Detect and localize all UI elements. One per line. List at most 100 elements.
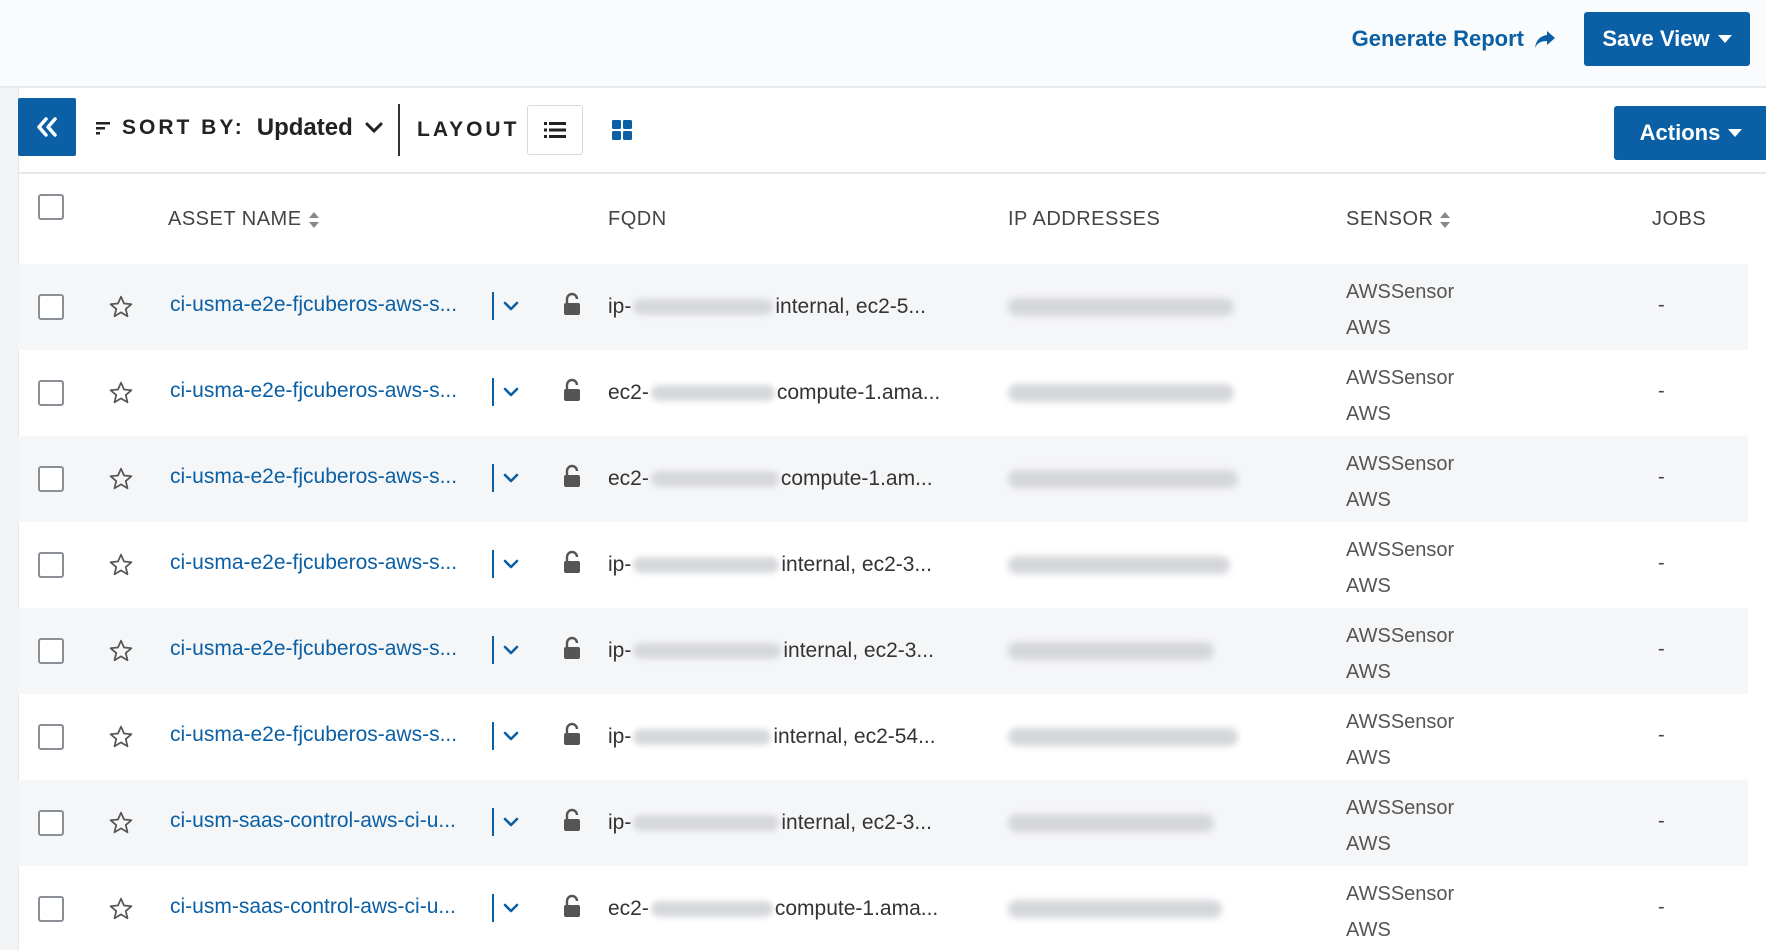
sensor-name: AWSSensor	[1346, 453, 1455, 475]
ip-addresses-redacted	[1008, 642, 1214, 660]
ip-addresses-redacted	[1008, 728, 1238, 746]
column-label: FQDN	[608, 208, 667, 230]
toolbar: SORT BY: Updated LAYOUT Actions	[18, 88, 1766, 174]
asset-name-link[interactable]: ci-usma-e2e-fjcuberos-aws-s...	[170, 293, 457, 317]
sensor-cell: AWSSensor AWS	[1346, 274, 1454, 346]
chevron-down-icon[interactable]	[500, 726, 522, 746]
star-outline-icon[interactable]	[108, 380, 134, 406]
sensor-cell: AWSSensor AWS	[1346, 532, 1454, 604]
ip-addresses-redacted	[1008, 384, 1234, 402]
unlocked-lock-icon	[564, 378, 580, 401]
row-checkbox[interactable]	[38, 724, 64, 750]
row-divider	[492, 550, 494, 578]
column-header-jobs: JOBS	[1652, 208, 1706, 231]
unlocked-lock-icon	[564, 636, 580, 659]
asset-name-link[interactable]: ci-usma-e2e-fjcuberos-aws-s...	[170, 637, 457, 661]
unlocked-lock-icon	[564, 550, 580, 573]
fqdn-prefix: ec2-	[608, 381, 649, 404]
fqdn-value: ec2- compute-1.ama...	[608, 381, 940, 405]
fqdn-prefix: ip-	[608, 295, 632, 318]
fqdn-prefix: ip-	[608, 553, 632, 576]
row-checkbox[interactable]	[38, 552, 64, 578]
share-arrow-icon	[1535, 31, 1555, 48]
row-divider	[492, 292, 494, 320]
sensor-cell: AWSSensor AWS	[1346, 876, 1454, 948]
row-checkbox[interactable]	[38, 466, 64, 492]
star-outline-icon[interactable]	[108, 810, 134, 836]
fqdn-suffix: internal, ec2-3...	[783, 639, 934, 662]
sensor-type: AWS	[1346, 833, 1391, 855]
star-outline-icon[interactable]	[108, 896, 134, 922]
chevron-down-icon[interactable]	[500, 382, 522, 402]
table-row: ci-usm-saas-control-aws-ci-u... ip- inte…	[18, 780, 1748, 866]
asset-name-link[interactable]: ci-usma-e2e-fjcuberos-aws-s...	[170, 551, 457, 575]
asset-name-link[interactable]: ci-usma-e2e-fjcuberos-aws-s...	[170, 379, 457, 403]
sensor-cell: AWSSensor AWS	[1346, 704, 1454, 776]
fqdn-value: ip- internal, ec2-3...	[608, 553, 932, 577]
layout-list-button[interactable]	[527, 105, 583, 155]
select-all-checkbox[interactable]	[38, 194, 64, 220]
sensor-name: AWSSensor	[1346, 539, 1455, 561]
sensor-type: AWS	[1346, 661, 1391, 683]
actions-button[interactable]: Actions	[1614, 106, 1766, 160]
layout-grid-button[interactable]	[608, 116, 636, 144]
row-checkbox[interactable]	[38, 896, 64, 922]
column-label: SENSOR	[1346, 208, 1434, 230]
chevron-down-icon[interactable]	[500, 812, 522, 832]
sensor-cell: AWSSensor AWS	[1346, 446, 1454, 518]
chevron-down-icon[interactable]	[500, 554, 522, 574]
row-checkbox[interactable]	[38, 810, 64, 836]
jobs-value: -	[1658, 724, 1665, 746]
chevron-down-icon	[365, 122, 383, 134]
fqdn-suffix: internal, ec2-3...	[781, 811, 932, 834]
table-body: ci-usma-e2e-fjcuberos-aws-s... ip- inter…	[18, 264, 1748, 952]
chevron-down-icon[interactable]	[500, 898, 522, 918]
star-outline-icon[interactable]	[108, 724, 134, 750]
star-outline-icon[interactable]	[108, 552, 134, 578]
row-checkbox[interactable]	[38, 380, 64, 406]
redacted-segment	[633, 815, 780, 831]
ip-addresses-redacted	[1008, 556, 1230, 574]
chevron-down-icon[interactable]	[500, 296, 522, 316]
star-outline-icon[interactable]	[108, 294, 134, 320]
row-checkbox[interactable]	[38, 638, 64, 664]
table-row: ci-usma-e2e-fjcuberos-aws-s... ip- inter…	[18, 264, 1748, 350]
jobs-value: -	[1658, 466, 1665, 488]
redacted-segment	[633, 643, 782, 659]
grid-icon	[612, 120, 632, 140]
fqdn-suffix: internal, ec2-54...	[773, 725, 936, 748]
ip-addresses-redacted	[1008, 298, 1234, 316]
sort-lines-icon	[96, 122, 110, 135]
column-header-fqdn: FQDN	[608, 208, 667, 231]
asset-name-link[interactable]: ci-usm-saas-control-aws-ci-u...	[170, 809, 456, 833]
row-divider	[492, 636, 494, 664]
asset-name-link[interactable]: ci-usma-e2e-fjcuberos-aws-s...	[170, 723, 457, 747]
sensor-type: AWS	[1346, 403, 1391, 425]
row-checkbox[interactable]	[38, 294, 64, 320]
sensor-type: AWS	[1346, 747, 1391, 769]
generate-report-label: Generate Report	[1351, 26, 1524, 51]
chevron-down-icon[interactable]	[500, 468, 522, 488]
redacted-segment	[650, 901, 773, 917]
redacted-segment	[633, 729, 772, 745]
sort-dropdown[interactable]: SORT BY: Updated	[96, 108, 383, 148]
sensor-cell: AWSSensor AWS	[1346, 790, 1454, 862]
sensor-cell: AWSSensor AWS	[1346, 360, 1454, 432]
generate-report-button[interactable]: Generate Report	[1352, 22, 1556, 56]
column-header-asset-name[interactable]: ASSET NAME	[168, 208, 320, 231]
star-outline-icon[interactable]	[108, 466, 134, 492]
asset-name-link[interactable]: ci-usma-e2e-fjcuberos-aws-s...	[170, 465, 457, 489]
ip-addresses-redacted	[1008, 814, 1214, 832]
collapse-sidebar-button[interactable]	[18, 98, 76, 156]
unlocked-lock-icon	[564, 464, 580, 487]
chevron-down-icon[interactable]	[500, 640, 522, 660]
fqdn-prefix: ip-	[608, 725, 632, 748]
column-header-sensor[interactable]: SENSOR	[1346, 208, 1451, 231]
caret-down-icon	[1717, 35, 1732, 43]
save-view-button[interactable]: Save View	[1584, 12, 1750, 66]
jobs-value: -	[1658, 810, 1665, 832]
fqdn-value: ip- internal, ec2-3...	[608, 639, 934, 663]
star-outline-icon[interactable]	[108, 638, 134, 664]
asset-name-link[interactable]: ci-usm-saas-control-aws-ci-u...	[170, 895, 456, 919]
table-row: ci-usma-e2e-fjcuberos-aws-s... ip- inter…	[18, 608, 1748, 694]
